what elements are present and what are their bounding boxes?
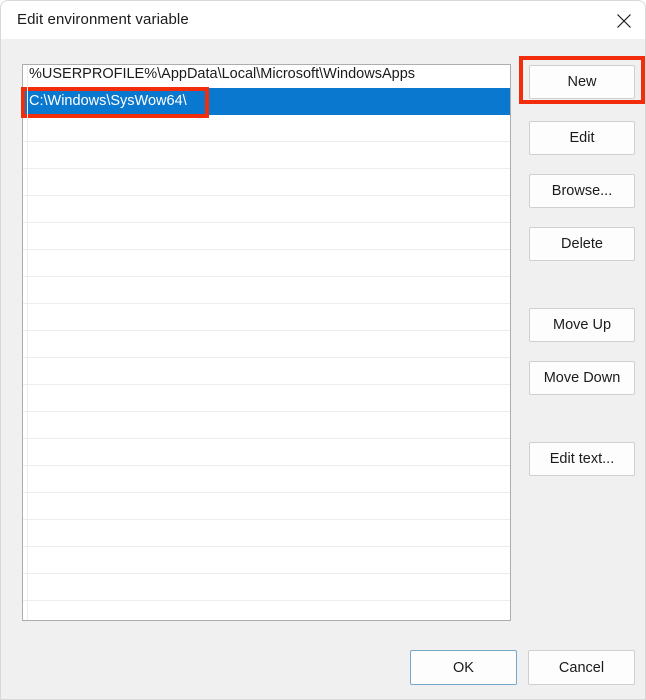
list-item[interactable] [23, 196, 510, 223]
edit-text-button[interactable]: Edit text... [529, 442, 635, 476]
list-item[interactable] [23, 250, 510, 277]
edit-environment-variable-dialog: Edit environment variable %USERPROFILE%\… [0, 0, 646, 700]
list-item[interactable]: %USERPROFILE%\AppData\Local\Microsoft\Wi… [23, 65, 510, 88]
list-item[interactable] [23, 142, 510, 169]
list-column-divider [27, 65, 28, 620]
edit-button[interactable]: Edit [529, 121, 635, 155]
list-item[interactable] [23, 277, 510, 304]
close-button[interactable] [601, 1, 645, 39]
move-up-button[interactable]: Move Up [529, 308, 635, 342]
list-item-selected[interactable]: C:\Windows\SysWow64\ [23, 88, 510, 115]
list-item[interactable] [23, 493, 510, 520]
paths-list-rows: %USERPROFILE%\AppData\Local\Microsoft\Wi… [23, 65, 510, 620]
list-item[interactable] [23, 520, 510, 547]
list-item[interactable] [23, 439, 510, 466]
delete-button[interactable]: Delete [529, 227, 635, 261]
list-item[interactable] [23, 412, 510, 439]
list-item[interactable] [23, 574, 510, 601]
paths-list[interactable]: %USERPROFILE%\AppData\Local\Microsoft\Wi… [22, 64, 511, 621]
cancel-button[interactable]: Cancel [528, 650, 635, 685]
list-item[interactable] [23, 331, 510, 358]
window-title: Edit environment variable [17, 11, 189, 28]
move-down-button[interactable]: Move Down [529, 361, 635, 395]
list-item[interactable] [23, 358, 510, 385]
ok-button[interactable]: OK [410, 650, 517, 685]
list-item[interactable] [23, 115, 510, 142]
list-item[interactable] [23, 385, 510, 412]
list-item[interactable] [23, 466, 510, 493]
list-item[interactable] [23, 223, 510, 250]
list-item[interactable] [23, 547, 510, 574]
list-item[interactable] [23, 601, 510, 620]
list-item[interactable] [23, 304, 510, 331]
new-button[interactable]: New [529, 65, 635, 99]
browse-button[interactable]: Browse... [529, 174, 635, 208]
list-item[interactable] [23, 169, 510, 196]
close-icon [617, 14, 631, 28]
title-bar: Edit environment variable [1, 1, 645, 39]
